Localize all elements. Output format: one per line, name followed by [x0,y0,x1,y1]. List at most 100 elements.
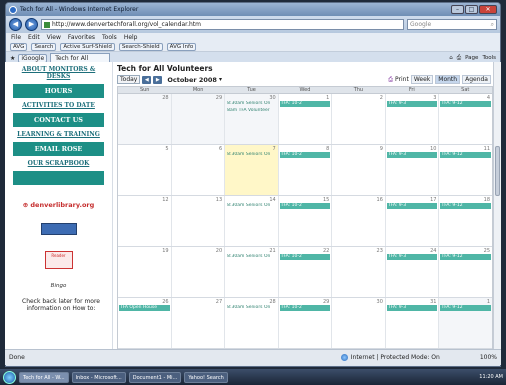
day-cell[interactable]: 17 TFA: 9-3 [386,196,440,246]
calendar-event[interactable]: TFA: 9-3 [386,152,438,158]
calendar-event[interactable]: TFA: 10-2 [279,305,331,311]
calendar-event[interactable]: TFA: 9-3 [386,203,438,209]
day-cell[interactable]: 30 [332,298,386,348]
bingo-logo[interactable]: Bingo [44,283,74,289]
day-cell[interactable]: 6 [172,145,226,195]
minimize-button[interactable]: – [451,5,464,14]
back-icon[interactable]: ◀ [9,18,22,31]
day-cell[interactable]: 28 8:30am Seniors On [225,298,279,348]
day-cell[interactable]: 21 8:30am Seniors On [225,247,279,297]
day-cell[interactable]: 29 [171,94,226,144]
menu-edit[interactable]: Edit [28,34,40,41]
calendar-event[interactable]: 8:30am Seniors On [226,203,277,209]
calendar-event[interactable]: TFA: 10-2 [279,203,331,209]
calendar-event[interactable]: TFA: 9-3 [386,254,438,260]
day-cell[interactable]: 19 [118,247,172,297]
avg-button[interactable]: AVG [10,42,28,51]
sidebar-item-email-rose[interactable]: EMAIL ROSE [13,142,104,156]
active-surf-shield-button[interactable]: Active Surf-Shield [60,42,115,51]
day-cell[interactable]: 7 8:30am Seniors On [225,145,279,195]
sidebar-item-activities[interactable]: ACTIVITIES TO DATE [13,100,104,111]
scrollbar-thumb[interactable] [495,146,500,196]
calendar-event[interactable]: 8:30am Seniors On [226,254,277,260]
calendar-event[interactable]: TFA: 9-12 [440,203,492,209]
menu-tools[interactable]: Tools [102,34,117,41]
day-cell[interactable]: 25 TFA: 9-12 [439,247,492,297]
day-cell[interactable]: 1 TFA: 9-12 [439,298,493,348]
menu-help[interactable]: Help [124,34,138,41]
reader-logo[interactable]: Reader [44,251,73,269]
forward-icon[interactable]: ▶ [25,18,38,31]
sidebar-item-contact-us[interactable]: CONTACT US [13,113,104,127]
start-button-icon[interactable] [3,370,16,384]
calendar-event[interactable]: TFA: 9-12 [440,152,492,158]
day-cell[interactable]: 3 TFA: 9-3 [386,94,440,144]
calendar-event[interactable]: TFA: 9-12 [440,101,492,107]
day-cell[interactable]: 22 TFA: 10-2 [279,247,333,297]
day-cell[interactable]: 29 TFA: 10-2 [279,298,333,348]
day-cell[interactable]: 8 TFA: 10-2 [279,145,333,195]
day-cell[interactable]: 12 [118,196,172,246]
prev-month-icon[interactable]: ◀ [142,75,152,84]
page-menu[interactable]: Page [465,55,478,62]
day-cell[interactable]: 18 TFA: 9-12 [439,196,492,246]
month-dropdown-icon[interactable]: ▾ [219,76,222,83]
print-link[interactable]: Print [395,76,409,83]
day-cell[interactable]: 15 TFA: 10-2 [279,196,333,246]
day-cell[interactable]: 16 [332,196,386,246]
sidebar-item-blank[interactable] [13,171,104,185]
day-cell[interactable]: 31 TFA: 9-3 [386,298,440,348]
search-shield-button[interactable]: Search-Shield [118,42,163,51]
calendar-event[interactable]: TFA: 10-2 [279,101,331,107]
calendar-event[interactable]: TFA: 9-12 [440,305,492,311]
task-item[interactable]: Tech for All - W... [19,371,69,383]
view-agenda-button[interactable]: Agenda [462,75,491,84]
search-icon[interactable]: ⌕ [491,21,494,29]
today-button[interactable]: Today [117,75,141,84]
print-icon[interactable]: ⎙ [388,76,393,84]
day-cell[interactable]: 20 [172,247,226,297]
day-cell[interactable]: 27 [172,298,226,348]
sidebar-item-hours[interactable]: HOURS [13,84,104,98]
search-input[interactable]: Google ⌕ [407,19,497,30]
calendar-event[interactable]: 8:30am Seniors On [226,305,277,311]
day-cell[interactable]: 10 TFA: 9-3 [386,145,440,195]
month-label[interactable]: October 2008 [167,76,217,84]
calendar-event[interactable]: 8:30am Seniors On [226,101,277,107]
print-icon[interactable]: ⎙ [457,55,461,62]
task-item[interactable]: Inbox - Microsoft... [71,371,126,383]
badge-logo[interactable] [40,223,77,235]
calendar-event[interactable]: TFA: 10-2 [279,152,331,158]
day-cell[interactable]: 2 [332,94,386,144]
sidebar-item-about-monitors[interactable]: ABOUT MONITORS & DESKS [13,64,104,82]
day-cell[interactable]: 11 TFA: 9-12 [439,145,492,195]
calendar-event[interactable]: 8am TFA Volunteer [226,108,277,114]
task-item[interactable]: Document1 - Mi... [128,371,182,383]
day-cell[interactable]: 26 TFA Open House [118,298,172,348]
denverlibrary-logo[interactable]: ⊕ denverlibrary.org [13,201,104,209]
menu-favorites[interactable]: Favorites [68,34,95,41]
day-cell[interactable]: 30 8:30am Seniors On 8am TFA Volunteer [225,94,279,144]
sidebar-item-learning[interactable]: LEARNING & TRAINING [13,129,104,140]
calendar-event[interactable]: TFA: 9-3 [386,101,438,107]
tools-menu[interactable]: Tools [482,55,496,62]
day-cell[interactable]: 1 TFA: 10-2 [279,94,333,144]
avg-search-button[interactable]: Search [31,42,57,51]
view-week-button[interactable]: Week [410,75,434,84]
sidebar-item-scrapbook[interactable]: OUR SCRAPBOOK [13,158,104,169]
calendar-event[interactable]: TFA Open House [119,305,170,311]
day-cell[interactable]: 23 [332,247,386,297]
menu-file[interactable]: File [11,34,21,41]
day-cell[interactable]: 28 [118,94,172,144]
calendar-event[interactable]: TFA: 10-2 [279,254,331,260]
maximize-button[interactable]: □ [465,5,478,14]
next-month-icon[interactable]: ▶ [153,75,163,84]
vertical-scrollbar[interactable] [493,62,501,349]
calendar-event[interactable]: 8:30am Seniors On [226,152,277,158]
home-icon[interactable]: ⌂ [449,55,453,62]
day-cell[interactable]: 24 TFA: 9-3 [386,247,440,297]
day-cell[interactable]: 5 [118,145,172,195]
url-input[interactable]: http://www.denvertechforall.org/vol_cale… [41,19,404,30]
zoom-level[interactable]: 100% [480,354,497,361]
day-cell[interactable]: 13 [172,196,226,246]
